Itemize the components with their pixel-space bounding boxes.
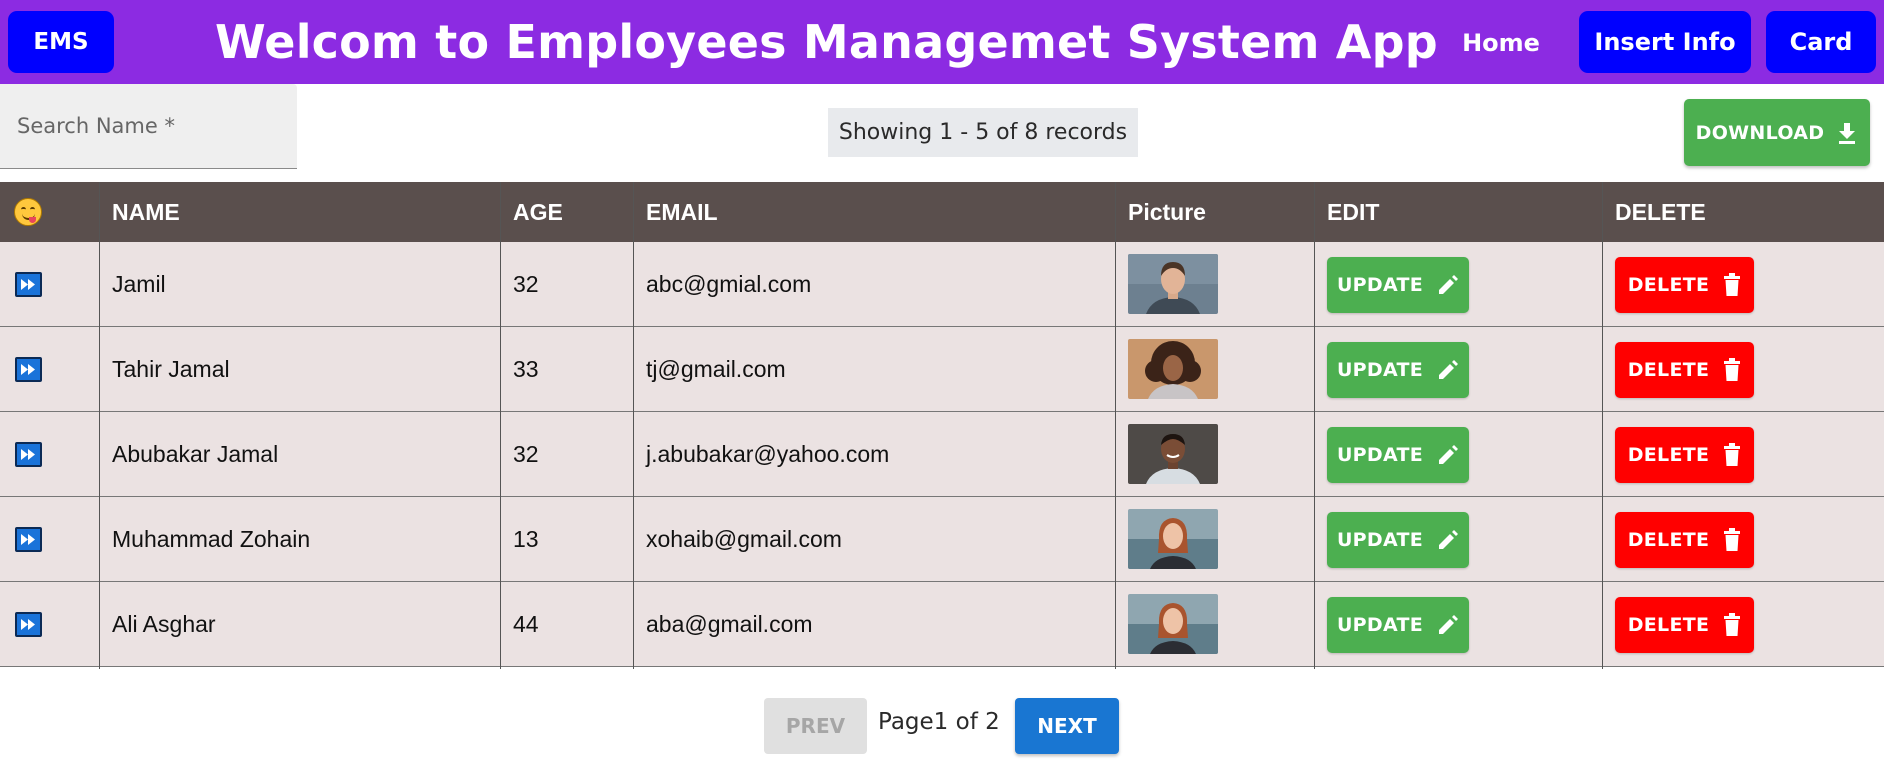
employee-picture xyxy=(1128,424,1218,484)
delete-label: DELETE xyxy=(1627,614,1710,636)
pencil-icon xyxy=(1439,275,1459,294)
column-divider xyxy=(633,182,634,669)
download-label: DOWNLOAD xyxy=(1695,121,1825,144)
delete-button[interactable]: DELETE xyxy=(1615,257,1754,313)
column-divider xyxy=(99,182,100,669)
delete-label: DELETE xyxy=(1627,529,1710,551)
app-title: Welcom to Employees Managemet System App xyxy=(215,15,1438,69)
delete-button[interactable]: DELETE xyxy=(1615,512,1754,568)
column-divider xyxy=(500,182,501,669)
employee-age: 44 xyxy=(513,611,539,637)
update-label: UPDATE xyxy=(1336,614,1424,636)
employee-picture xyxy=(1128,594,1218,654)
update-button[interactable]: UPDATE xyxy=(1327,427,1469,483)
employee-email: xohaib@gmail.com xyxy=(646,526,842,552)
home-link[interactable]: Home xyxy=(1440,14,1562,72)
search-input[interactable] xyxy=(17,108,287,144)
column-divider xyxy=(1115,182,1116,669)
column-divider xyxy=(1602,182,1603,669)
column-header-name: NAME xyxy=(112,199,180,225)
fast-forward-icon xyxy=(15,357,42,382)
employees-table: NAME AGE EMAIL Picture EDIT DELETE Jamil… xyxy=(0,182,1884,669)
employee-age: 13 xyxy=(513,526,539,552)
column-header-age: AGE xyxy=(513,199,563,225)
employee-email: aba@gmail.com xyxy=(646,611,813,637)
header-emoji-cell xyxy=(0,182,99,242)
trash-icon xyxy=(1724,273,1741,296)
employee-name: Jamil xyxy=(112,271,166,297)
delete-label: DELETE xyxy=(1627,274,1710,296)
employee-picture xyxy=(1128,339,1218,399)
employee-age: 33 xyxy=(513,356,539,382)
top-navbar: EMS Welcom to Employees Managemet System… xyxy=(0,0,1884,84)
update-label: UPDATE xyxy=(1336,529,1424,551)
card-button[interactable]: Card xyxy=(1766,11,1876,73)
fast-forward-icon xyxy=(15,272,42,297)
employee-name: Muhammad Zohain xyxy=(112,526,311,552)
employee-picture xyxy=(1128,254,1218,314)
update-button[interactable]: UPDATE xyxy=(1327,512,1469,568)
fast-forward-icon xyxy=(15,442,42,467)
update-label: UPDATE xyxy=(1336,444,1424,466)
pencil-icon xyxy=(1439,615,1459,634)
column-header-edit: EDIT xyxy=(1327,199,1380,225)
employee-email: tj@gmail.com xyxy=(646,356,786,382)
pencil-icon xyxy=(1439,530,1459,549)
column-header-picture: Picture xyxy=(1128,199,1206,225)
employee-name: Ali Asghar xyxy=(112,611,216,637)
delete-label: DELETE xyxy=(1627,359,1710,381)
delete-label: DELETE xyxy=(1627,444,1710,466)
pencil-icon xyxy=(1439,445,1459,464)
employee-email: j.abubakar@yahoo.com xyxy=(646,441,890,467)
trash-icon xyxy=(1724,613,1741,636)
fast-forward-icon xyxy=(15,527,42,552)
download-button[interactable]: DOWNLOAD xyxy=(1684,99,1870,166)
employee-name: Abubakar Jamal xyxy=(112,441,279,467)
employee-name: Tahir Jamal xyxy=(112,356,230,382)
delete-button[interactable]: DELETE xyxy=(1615,427,1754,483)
employee-age: 32 xyxy=(513,271,539,297)
column-header-email: EMAIL xyxy=(646,199,718,225)
update-button[interactable]: UPDATE xyxy=(1327,257,1469,313)
pencil-icon xyxy=(1439,360,1459,379)
delete-button[interactable]: DELETE xyxy=(1615,342,1754,398)
search-field[interactable] xyxy=(0,84,297,169)
records-count: Showing 1 - 5 of 8 records xyxy=(828,108,1138,157)
update-button[interactable]: UPDATE xyxy=(1327,597,1469,653)
employee-email: abc@gmial.com xyxy=(646,271,812,297)
employee-picture xyxy=(1128,509,1218,569)
smiley-emoji-icon xyxy=(14,198,42,226)
column-divider xyxy=(1314,182,1315,669)
insert-info-button[interactable]: Insert Info xyxy=(1579,11,1751,73)
delete-button[interactable]: DELETE xyxy=(1615,597,1754,653)
update-label: UPDATE xyxy=(1336,359,1424,381)
fast-forward-icon xyxy=(15,612,42,637)
update-label: UPDATE xyxy=(1336,274,1424,296)
download-icon xyxy=(1839,122,1856,144)
employee-age: 32 xyxy=(513,441,539,467)
page-indicator: Page1 of 2 xyxy=(878,709,1000,735)
column-header-delete: DELETE xyxy=(1615,199,1706,225)
trash-icon xyxy=(1724,358,1741,381)
trash-icon xyxy=(1724,443,1741,466)
update-button[interactable]: UPDATE xyxy=(1327,342,1469,398)
prev-page-button[interactable]: PREV xyxy=(764,698,867,754)
trash-icon xyxy=(1724,528,1741,551)
ems-brand-button[interactable]: EMS xyxy=(8,11,114,73)
next-page-button[interactable]: NEXT xyxy=(1015,698,1119,754)
